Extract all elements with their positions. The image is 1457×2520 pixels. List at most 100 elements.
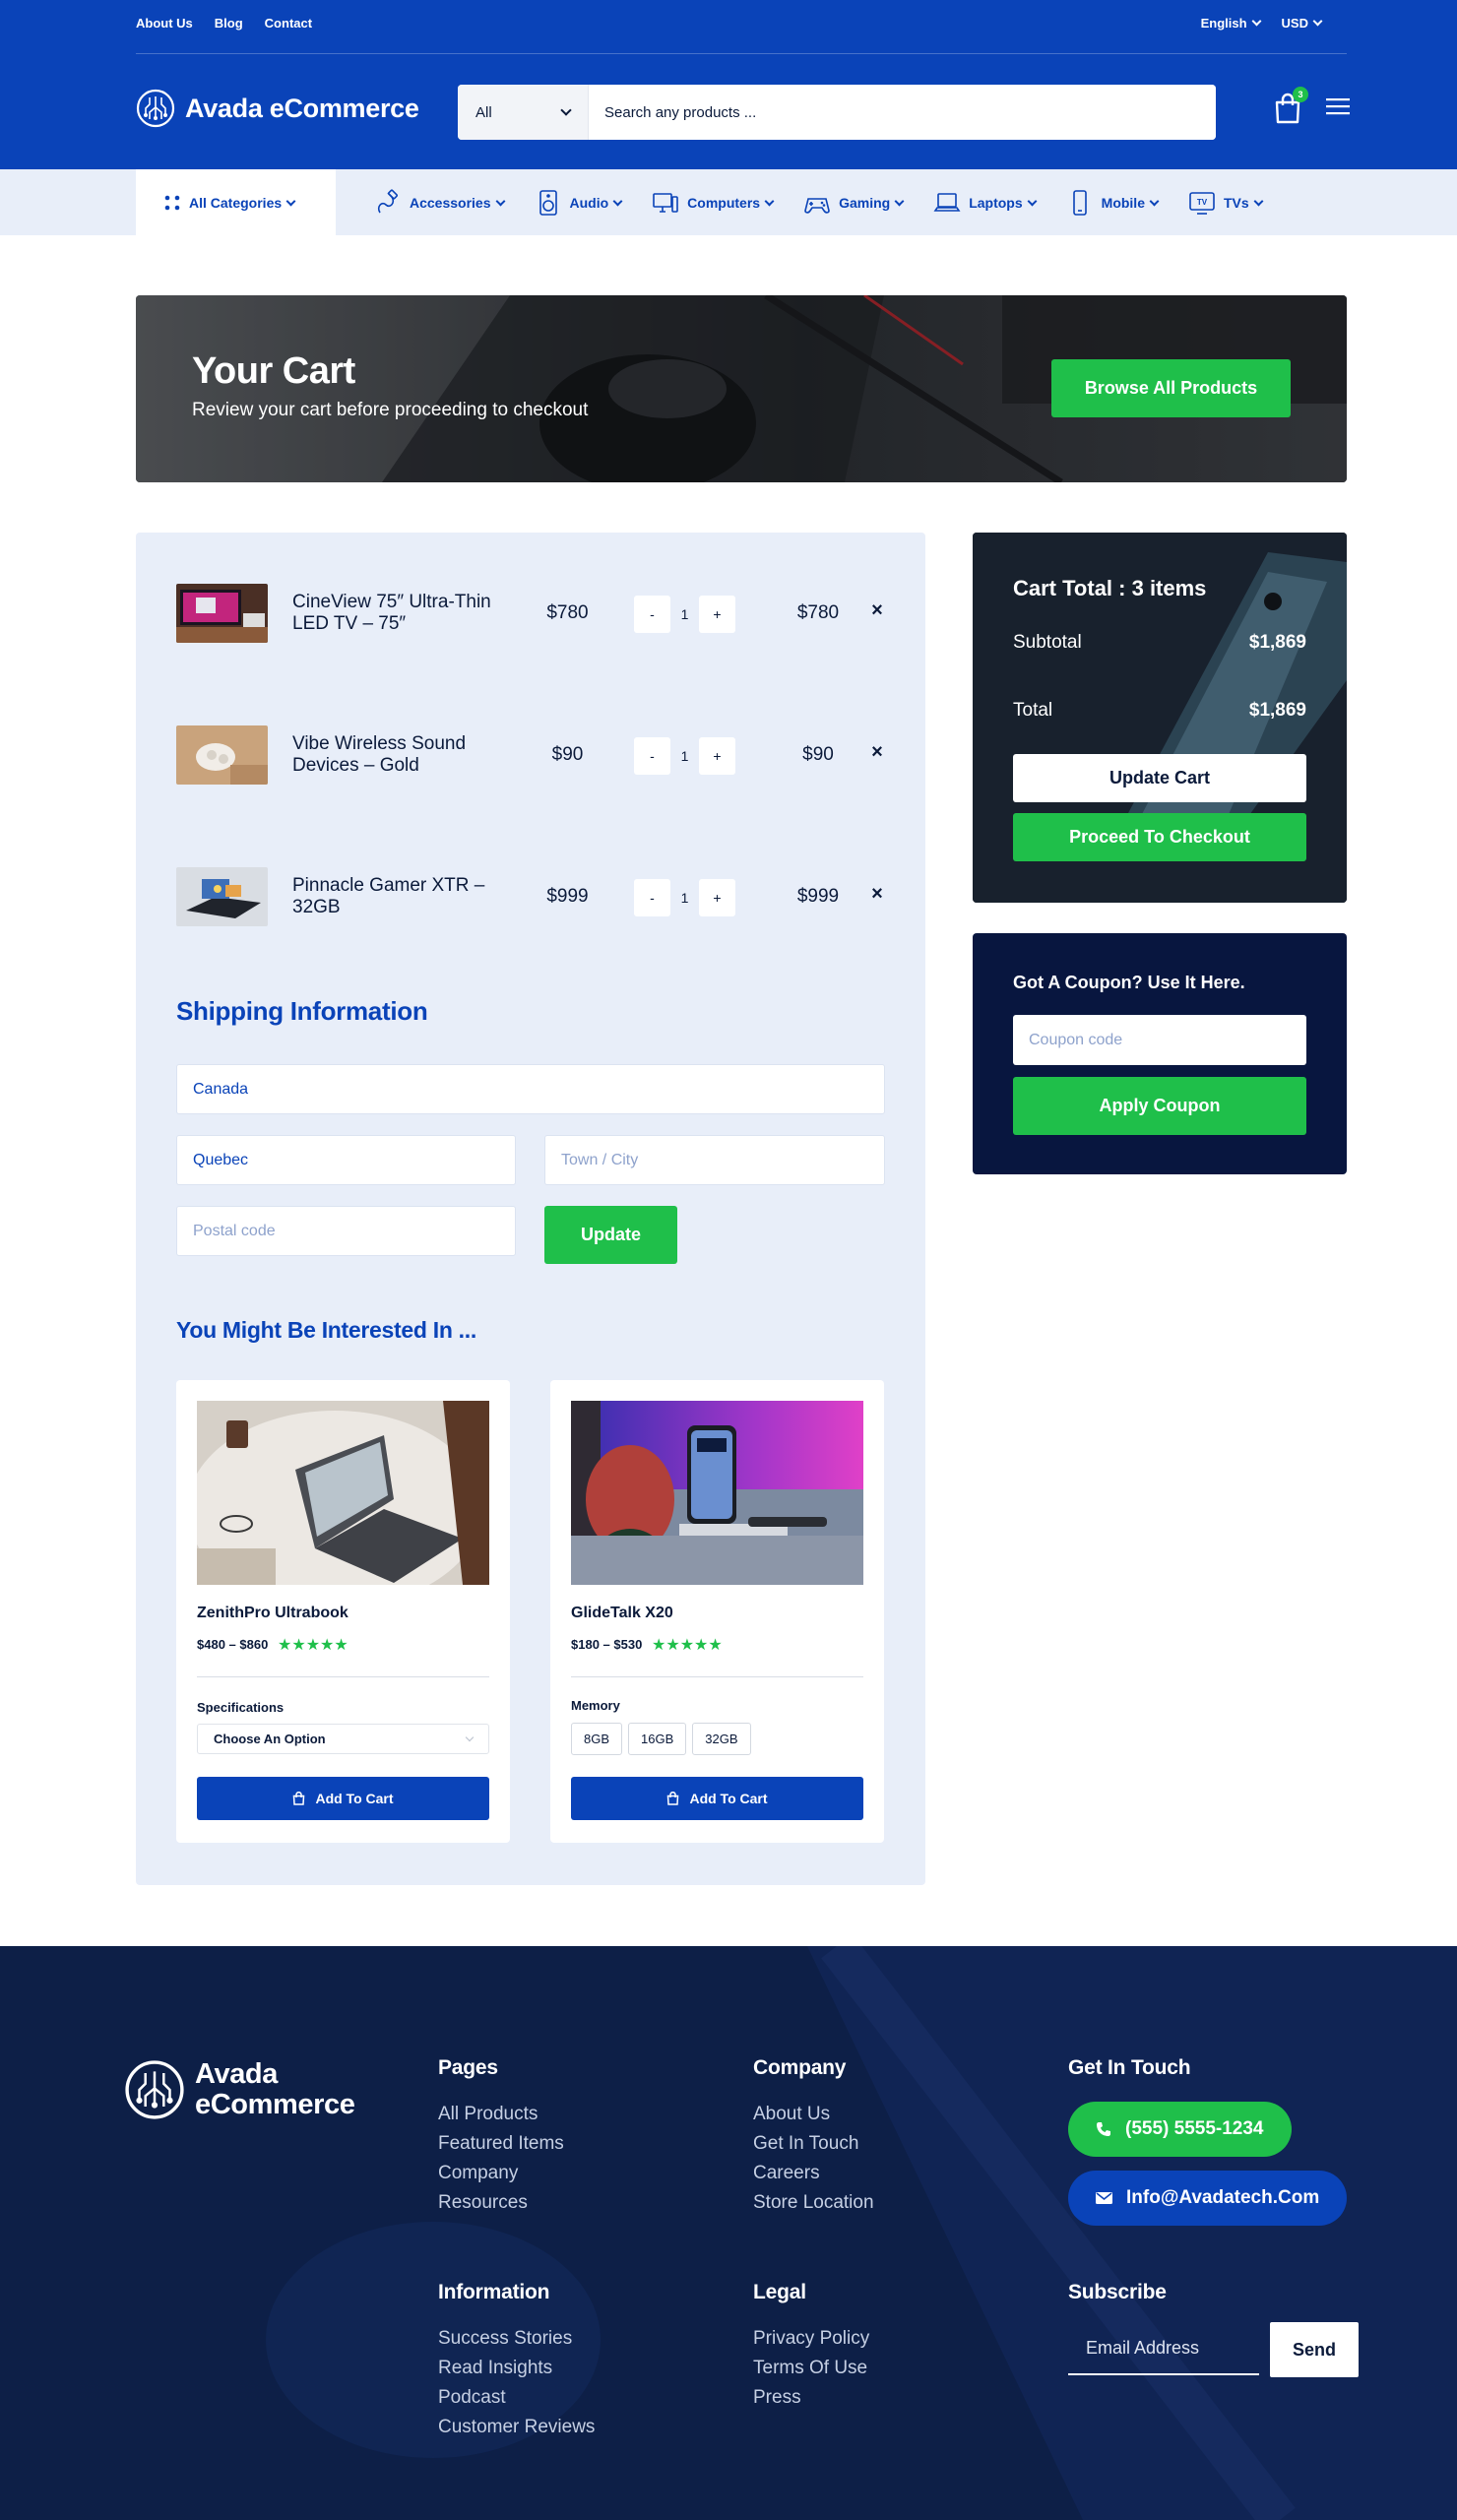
subtotal-label: Subtotal [1013,632,1082,653]
search-category-select[interactable]: All [458,85,589,140]
footer-heading: Legal [753,2281,806,2303]
remove-item-icon[interactable]: × [867,741,887,764]
footer-link[interactable]: Read Insights [438,2354,595,2383]
coupon-code-input[interactable] [1013,1015,1306,1065]
footer-link[interactable]: Success Stories [438,2324,595,2354]
product-thumbnail[interactable] [176,725,268,785]
footer-heading: Subscribe [1068,2281,1167,2303]
footer-link[interactable]: About Us [753,2100,874,2129]
subscribe-send-button[interactable]: Send [1270,2322,1359,2377]
footer-pages-column: Pages All Products Featured Items Compan… [438,2056,564,2218]
product-image[interactable] [197,1401,489,1585]
nav-item-tvs[interactable]: TV TVs [1188,189,1262,217]
nav-item-laptops[interactable]: Laptops [933,189,1035,217]
footer-link[interactable]: Company [438,2159,564,2188]
product-thumbnail[interactable] [176,584,268,643]
footer-link[interactable]: All Products [438,2100,564,2129]
cart-item-price: $780 [546,602,589,623]
cart-item-name[interactable]: Vibe Wireless Sound Devices – Gold [292,733,509,777]
quantity-increase-button[interactable]: + [699,879,735,916]
footer-link[interactable]: Privacy Policy [753,2324,869,2354]
page-title: Your Cart [192,350,355,392]
nav-item-audio[interactable]: Audio [535,189,622,217]
cart-item: Vibe Wireless Sound Devices – Gold $90 -… [176,725,885,787]
cart-item-name[interactable]: Pinnacle Gamer XTR – 32GB [292,875,509,918]
city-field[interactable] [544,1135,885,1185]
footer-link[interactable]: Featured Items [438,2129,564,2159]
top-link-blog[interactable]: Blog [215,16,243,31]
quantity-increase-button[interactable]: + [699,737,735,775]
footer-link[interactable]: Podcast [438,2383,595,2413]
top-switchers: English USD [1201,16,1321,31]
postal-code-field[interactable] [176,1206,516,1256]
quantity-value[interactable]: 1 [670,890,699,906]
footer-link[interactable]: Terms Of Use [753,2354,869,2383]
top-link-about[interactable]: About Us [136,16,193,31]
quantity-value[interactable]: 1 [670,606,699,622]
cart-item: CineView 75″ Ultra-Thin LED TV – 75″ $78… [176,584,885,645]
brand-logo[interactable]: Avada eCommerce [136,89,419,128]
update-cart-button[interactable]: Update Cart [1013,754,1306,802]
currency-dropdown[interactable]: USD [1282,16,1321,31]
nav-item-computers[interactable]: Computers [652,189,773,217]
search-input[interactable] [589,85,1216,140]
quantity-value[interactable]: 1 [670,748,699,764]
quantity-increase-button[interactable]: + [699,596,735,633]
footer-brand-logo[interactable]: Avada eCommerce [124,2059,355,2120]
shipping-update-button[interactable]: Update [544,1206,677,1264]
footer-link[interactable]: Careers [753,2159,874,2188]
cart-item-name[interactable]: CineView 75″ Ultra-Thin LED TV – 75″ [292,592,509,635]
page: About Us Blog Contact English USD Avada … [0,0,1457,2520]
remove-item-icon[interactable]: × [867,883,887,906]
all-categories-button[interactable]: All Categories [136,169,336,235]
language-dropdown[interactable]: English [1201,16,1260,31]
product-price: $180 – $530 [571,1637,643,1652]
quantity-decrease-button[interactable]: - [634,879,670,916]
footer-link[interactable]: Store Location [753,2188,874,2218]
browse-all-products-button[interactable]: Browse All Products [1051,359,1291,417]
product-thumbnail[interactable] [176,867,268,926]
country-field[interactable] [176,1064,885,1114]
nav-item-gaming[interactable]: Gaming [803,189,903,217]
top-link-contact[interactable]: Contact [265,16,312,31]
coupon-title: Got A Coupon? Use It Here. [1013,973,1245,992]
laptop-icon [933,192,961,212]
footer-link[interactable]: Press [753,2383,869,2413]
remove-item-icon[interactable]: × [867,599,887,622]
option-label: Specifications [197,1700,285,1715]
product-card: ZenithPro Ultrabook $480 – $860 ★★★★★ Sp… [176,1380,510,1843]
top-links: About Us Blog Contact [136,16,312,31]
chevron-down-icon [560,104,572,116]
memory-swatch-8gb[interactable]: 8GB [571,1723,623,1755]
memory-swatch-32gb[interactable]: 32GB [692,1723,751,1755]
cart-item: Pinnacle Gamer XTR – 32GB $999 - 1 + $99… [176,867,885,928]
proceed-to-checkout-button[interactable]: Proceed To Checkout [1013,813,1306,861]
hamburger-menu-icon[interactable] [1326,96,1350,116]
nav-item-accessories[interactable]: Accessories [374,189,504,217]
computer-icon [653,192,678,213]
subscribe-email-input[interactable] [1068,2322,1259,2375]
footer-link[interactable]: Get In Touch [753,2129,874,2159]
specifications-select[interactable]: Choose An Option [197,1724,489,1754]
interested-title: You Might Be Interested In ... [176,1317,476,1343]
email-address: Info@Avadatech.Com [1126,2187,1320,2208]
email-button[interactable]: Info@Avadatech.Com [1068,2171,1348,2226]
add-to-cart-button[interactable]: Add To Cart [571,1777,863,1820]
footer-link[interactable]: Resources [438,2188,564,2218]
state-field[interactable] [176,1135,516,1185]
product-name[interactable]: ZenithPro Ultrabook [197,1605,348,1622]
phone-icon [1097,2122,1110,2136]
memory-swatch-16gb[interactable]: 16GB [628,1723,687,1755]
nav-item-mobile[interactable]: Mobile [1066,189,1158,217]
product-name[interactable]: GlideTalk X20 [571,1605,673,1622]
quantity-decrease-button[interactable]: - [634,596,670,633]
phone-button[interactable]: (555) 5555-1234 [1068,2102,1292,2157]
nav-items: Accessories Audio Computers Gaming Lapto… [374,169,1293,235]
add-to-cart-button[interactable]: Add To Cart [197,1777,489,1820]
tv-icon: TV [1189,191,1215,215]
apply-coupon-button[interactable]: Apply Coupon [1013,1077,1306,1135]
cart-item-subtotal: $90 [802,744,834,765]
quantity-decrease-button[interactable]: - [634,737,670,775]
footer-link[interactable]: Customer Reviews [438,2413,595,2442]
product-image[interactable] [571,1401,863,1585]
